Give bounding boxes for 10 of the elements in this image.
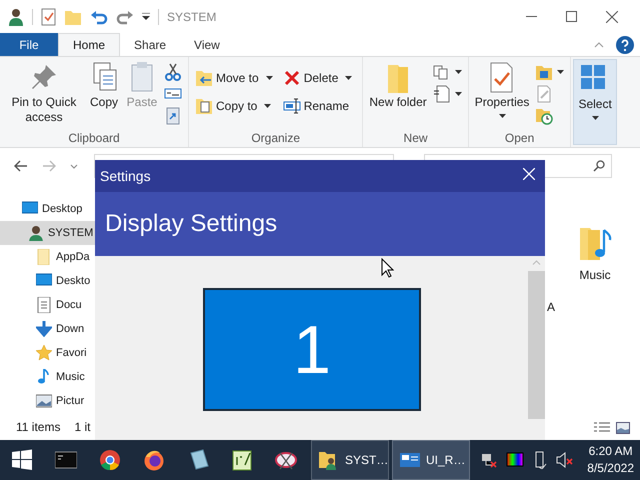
group-label: Open — [504, 130, 536, 147]
window-title: SYSTEM — [167, 8, 216, 26]
group-label: New — [402, 130, 429, 147]
group-label: Organize — [250, 130, 302, 147]
status-text: 1 it — [74, 419, 90, 436]
column-text: A — [547, 299, 556, 316]
dialog-heading: Display Settings — [105, 209, 278, 239]
dialog-title: Settings — [100, 166, 151, 186]
group-label: Clipboard — [67, 130, 121, 147]
status-text: 11 items — [16, 419, 60, 436]
